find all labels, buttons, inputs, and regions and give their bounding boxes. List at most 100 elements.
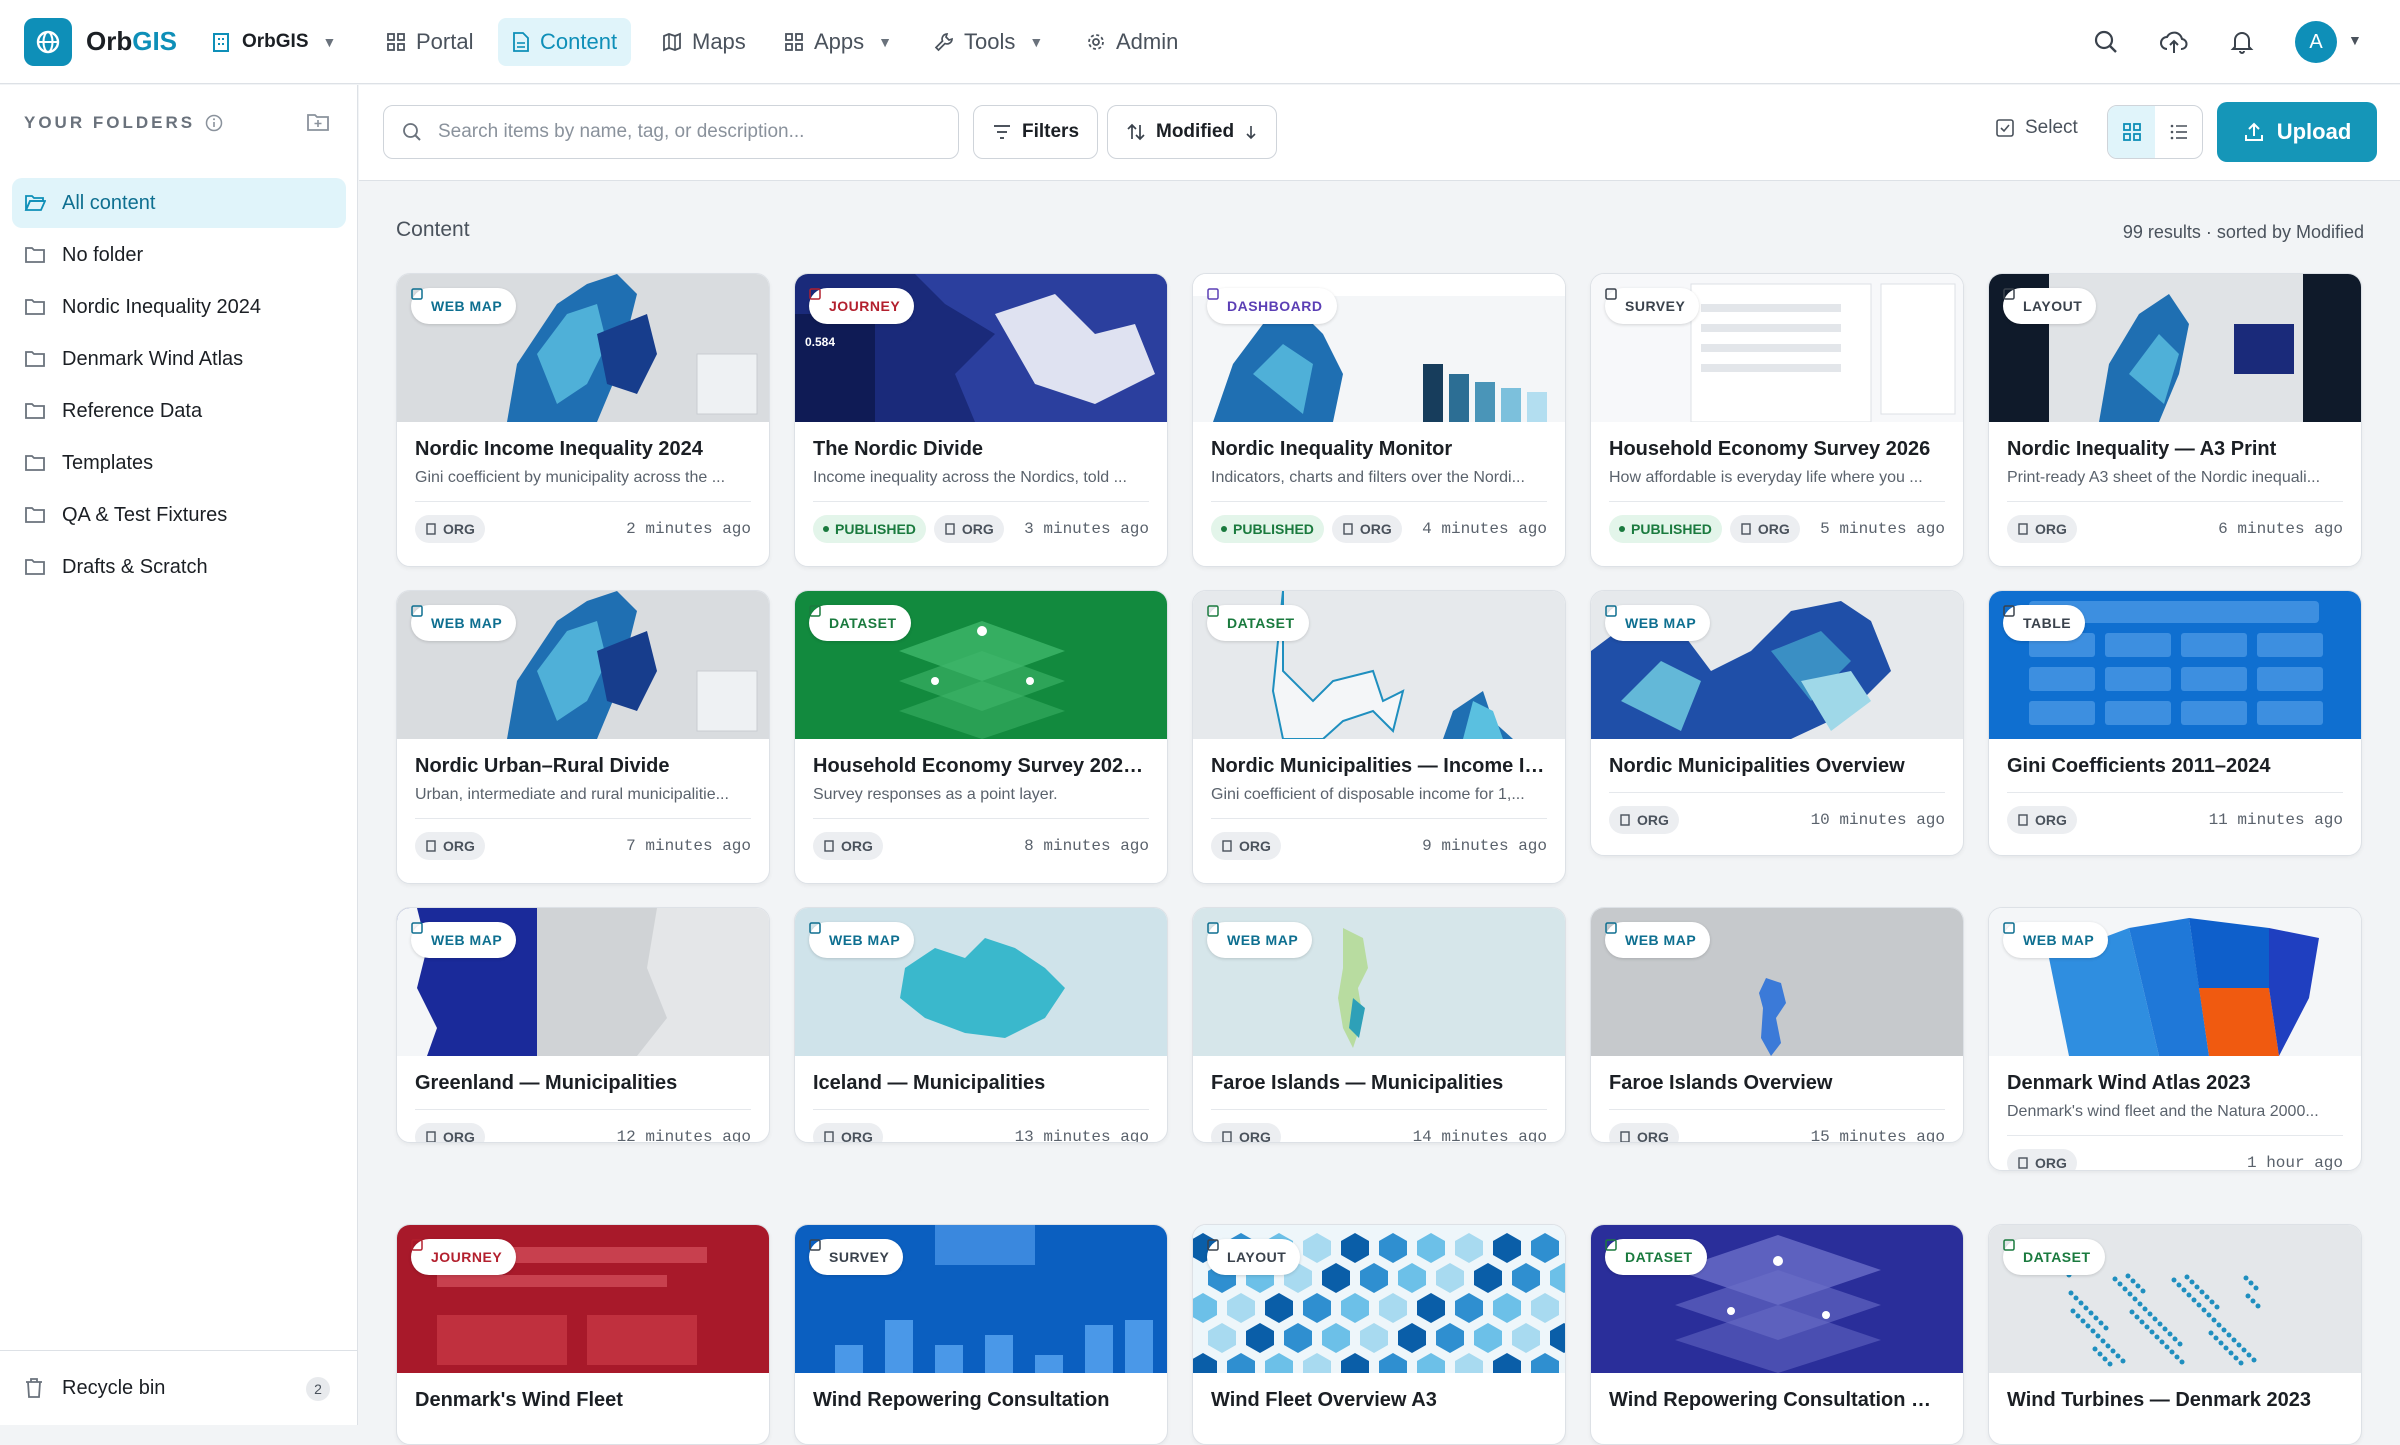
chevron-down-icon[interactable]: ▼ [2348,32,2362,48]
card-thumbnail: WEB MAP [1591,591,1963,739]
content-card[interactable]: LAYOUT Nordic Inequality — A3 Print Print-… [1988,273,2362,567]
content-card[interactable]: DATASET Wind Repowering Consultation — ..… [1590,1224,1964,1445]
card-title[interactable]: Wind Repowering Consultation — ... [1609,1389,1945,1412]
org-badge: ORG [2007,805,2077,834]
bell-icon[interactable] [2224,24,2260,60]
content-card[interactable]: WEB MAP Greenland — Municipalities ORG 12 m… [396,907,770,1143]
item-type-badge: JOURNEY [411,1239,517,1275]
modified-time: 11 minutes ago [2208,810,2343,829]
nav-apps[interactable]: Apps ▼ [770,18,906,66]
content-card[interactable]: TABLE Gini Coefficients 2011–2024 ORG 11 mi… [1988,590,2362,856]
content-card[interactable]: JOURNEY Denmark's Wind Fleet [396,1224,770,1445]
content-card[interactable]: WEB MAP Iceland — Municipalities ORG 13 min… [794,907,1168,1143]
card-title[interactable]: Household Economy Survey 2026 ... [813,755,1149,778]
filters-button[interactable]: Filters [973,105,1099,159]
sidebar-item-denmark-wind[interactable]: Denmark Wind Atlas [12,334,346,384]
upload-button[interactable]: Upload [2217,102,2377,162]
card-body: Nordic Inequality — A3 Print Print-ready … [1989,422,2361,555]
card-title[interactable]: Denmark's Wind Fleet [415,1389,751,1412]
new-folder-icon[interactable] [306,111,330,139]
card-title[interactable]: Greenland — Municipalities [415,1072,751,1095]
card-title[interactable]: The Nordic Divide [813,438,1149,461]
nav-content[interactable]: Content [498,18,632,66]
sidebar-item-all-content[interactable]: All content [12,178,346,228]
badge-label: PUBLISHED [1233,520,1314,537]
card-title[interactable]: Household Economy Survey 2026 [1609,438,1945,461]
sort-button[interactable]: Modified [1107,105,1278,159]
card-title[interactable]: Wind Repowering Consultation [813,1389,1149,1412]
content-card[interactable]: SURVEY Household Economy Survey 2026 How a… [1590,273,1964,567]
sidebar-item-templates[interactable]: Templates [12,438,346,488]
card-title[interactable]: Nordic Inequality — A3 Print [2007,438,2343,461]
card-title[interactable]: Nordic Inequality Monitor [1211,438,1547,461]
nav-admin[interactable]: Admin [1072,18,1192,66]
org-switcher[interactable]: OrbGIS ▼ [196,18,350,66]
card-title[interactable]: Faroe Islands Overview [1609,1072,1945,1095]
sidebar-item-qa-test[interactable]: QA & Test Fixtures [12,490,346,540]
info-icon[interactable] [205,114,223,132]
item-type-label: DATASET [2023,1249,2091,1265]
upload-label: Upload [2276,119,2352,144]
content-card[interactable]: WEB MAP Faroe Islands — Municipalities ORG… [1192,907,1566,1143]
nav-portal[interactable]: Portal [372,18,487,66]
sidebar-item-reference-data[interactable]: Reference Data [12,386,346,436]
nav-admin-label: Admin [1116,29,1179,54]
card-thumbnail: DATASET [1989,1225,2361,1373]
recycle-bin[interactable]: Recycle bin 2 [0,1350,358,1425]
card-title[interactable]: Denmark Wind Atlas 2023 [2007,1072,2343,1095]
content-card[interactable]: WEB MAP Nordic Income Inequality 2024 Gini… [396,273,770,567]
content-card[interactable]: DATASET Nordic Municipalities — Income In… [1192,590,1566,884]
select-button[interactable]: Select [1995,117,2078,139]
sidebar-item-drafts[interactable]: Drafts & Scratch [12,542,346,592]
content-card[interactable]: WEB MAP Nordic Urban–Rural Divide Urban, i… [396,590,770,884]
card-title[interactable]: Wind Fleet Overview A3 [1211,1389,1547,1412]
folder-open-icon [24,195,46,211]
card-title[interactable]: Nordic Income Inequality 2024 [415,438,751,461]
card-title[interactable]: Nordic Urban–Rural Divide [415,755,751,778]
content-card[interactable]: DASHBOARD Nordic Inequality Monitor Indica… [1192,273,1566,567]
folder-icon [25,247,45,263]
content-card[interactable]: 0.584 JOURNEY The Nordic Divide Income ineq… [794,273,1168,567]
card-title[interactable]: Wind Turbines — Denmark 2023 [2007,1389,2343,1412]
content-card[interactable]: WEB MAP Denmark Wind Atlas 2023 Denmark's … [1988,907,2362,1171]
content-card[interactable]: DATASET Wind Turbines — Denmark 2023 [1988,1224,2362,1445]
avatar[interactable]: A [2295,21,2337,63]
modified-time: 1 hour ago [2246,1153,2343,1171]
item-type-label: WEB MAP [431,298,503,314]
modified-time: 10 minutes ago [1810,810,1945,829]
sidebar-item-label: QA & Test Fixtures [62,503,228,526]
search-input[interactable] [438,121,918,143]
recycle-bin-label: Recycle bin [62,1376,166,1399]
content-card[interactable]: WEB MAP Faroe Islands Overview ORG 15 minut… [1590,907,1964,1143]
card-body: Iceland — Municipalities ORG 13 minutes ag… [795,1056,1167,1142]
content-card[interactable]: SURVEY Wind Repowering Consultation [794,1224,1168,1445]
card-title[interactable]: Nordic Municipalities — Income In... [1211,755,1547,778]
card-thumbnail: WEB MAP [1989,908,2361,1056]
card-title[interactable]: Nordic Municipalities Overview [1609,755,1945,778]
card-title[interactable]: Iceland — Municipalities [813,1072,1149,1095]
org-badge: ORG [1609,1122,1679,1142]
sidebar-item-nordic-inequality[interactable]: Nordic Inequality 2024 [12,282,346,332]
content-card[interactable]: DATASET Household Economy Survey 2026 ...… [794,590,1168,884]
sidebar-item-no-folder[interactable]: No folder [12,230,346,280]
modified-time: 7 minutes ago [626,836,751,855]
search-box[interactable] [383,105,959,159]
content-card[interactable]: LAYOUT Wind Fleet Overview A3 [1192,1224,1566,1445]
cloud-upload-icon[interactable] [2156,24,2192,60]
nav-tools[interactable]: Tools ▼ [920,18,1057,66]
item-type-badge: DATASET [2003,1239,2105,1275]
content-card[interactable]: WEB MAP Nordic Municipalities Overview ORG… [1590,590,1964,856]
building-icon [425,1130,437,1142]
card-title[interactable]: Gini Coefficients 2011–2024 [2007,755,2343,778]
search-icon[interactable] [2088,24,2124,60]
top-bar: OrbGIS OrbGIS ▼ Portal Content Maps Apps… [0,0,2400,84]
item-type-label: JOURNEY [829,298,901,314]
logo-icon[interactable] [24,18,72,66]
card-body: Nordic Urban–Rural Divide Urban, intermed… [397,739,769,872]
list-view-icon[interactable] [2155,106,2202,158]
nav-maps[interactable]: Maps [648,18,760,66]
card-title[interactable]: Faroe Islands — Municipalities [1211,1072,1547,1095]
modified-time: 12 minutes ago [616,1127,751,1143]
grid-view-icon[interactable] [2108,106,2155,158]
modified-time: 9 minutes ago [1422,836,1547,855]
